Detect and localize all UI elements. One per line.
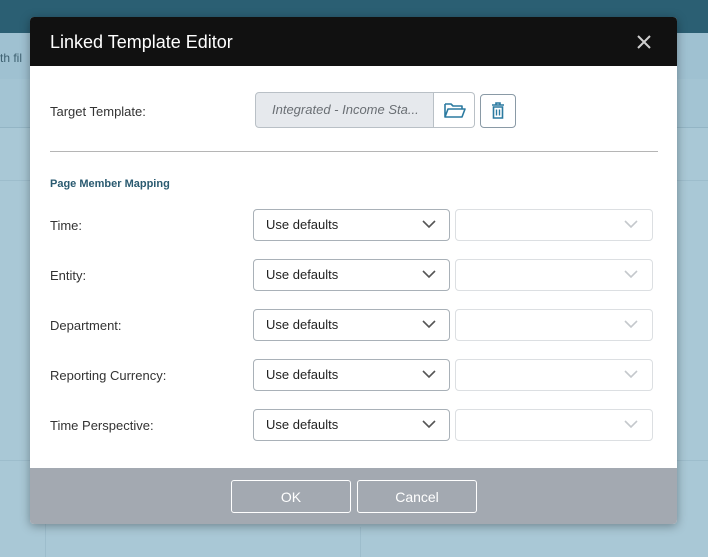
department-mapping-select[interactable]: Use defaults [253,309,450,341]
ok-button[interactable]: OK [231,480,351,513]
row-label-time-perspective: Time Perspective: [50,418,154,433]
chevron-down-icon [422,270,436,279]
select-value: Use defaults [266,417,339,432]
bg-grid-line [360,527,361,557]
dialog-header: Linked Template Editor [30,17,677,66]
row-label-entity: Entity: [50,268,87,283]
chevron-down-icon [422,220,436,229]
folder-open-icon [444,103,466,118]
chevron-down-icon [422,320,436,329]
cancel-button[interactable]: Cancel [357,480,477,513]
section-divider [50,151,658,152]
chevron-down-icon [624,270,638,279]
close-icon [637,35,651,49]
reporting-currency-mapping-select[interactable]: Use defaults [253,359,450,391]
delete-template-button[interactable] [480,94,516,128]
trash-icon [492,102,504,119]
linked-template-editor-dialog: Linked Template Editor Target Template: … [30,17,677,524]
entity-member-select[interactable] [455,259,653,291]
app-toolbar-text: th fil [0,51,23,65]
close-button[interactable] [633,31,655,53]
target-template-field[interactable]: Integrated - Income Sta... [255,92,434,128]
entity-mapping-select[interactable]: Use defaults [253,259,450,291]
time-mapping-select[interactable]: Use defaults [253,209,450,241]
chevron-down-icon [422,370,436,379]
time-member-select[interactable] [455,209,653,241]
chevron-down-icon [624,370,638,379]
time-perspective-member-select[interactable] [455,409,653,441]
select-value: Use defaults [266,217,339,232]
time-perspective-mapping-select[interactable]: Use defaults [253,409,450,441]
chevron-down-icon [422,420,436,429]
select-value: Use defaults [266,317,339,332]
dialog-title: Linked Template Editor [50,32,233,52]
row-label-department: Department: [50,318,122,333]
browse-template-button[interactable] [434,92,475,128]
reporting-currency-member-select[interactable] [455,359,653,391]
select-value: Use defaults [266,367,339,382]
chevron-down-icon [624,220,638,229]
page-member-mapping-title: Page Member Mapping [50,178,170,190]
chevron-down-icon [624,320,638,329]
row-label-reporting-currency: Reporting Currency: [50,368,167,383]
dialog-footer: OK Cancel [30,468,677,524]
chevron-down-icon [624,420,638,429]
row-label-time: Time: [50,218,83,233]
target-template-label: Target Template: [50,104,146,119]
department-member-select[interactable] [455,309,653,341]
select-value: Use defaults [266,267,339,282]
